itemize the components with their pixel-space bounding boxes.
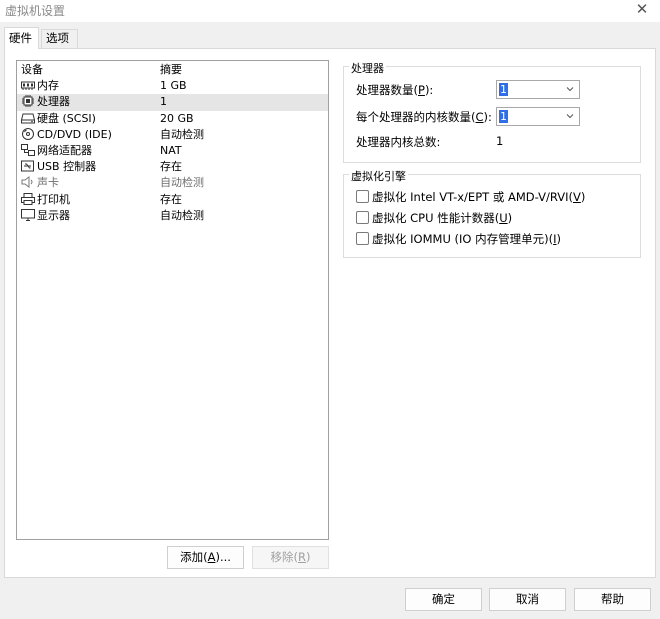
- virtualization-group: 虚拟化引擎 虚拟化 Intel VT-x/EPT 或 AMD-V/RVI(V) …: [343, 168, 641, 258]
- total-cores-label: 处理器内核总数:: [356, 135, 441, 149]
- device-list-header: 设备 摘要: [17, 62, 328, 78]
- remove-button-accel: R: [298, 550, 306, 564]
- monitor-icon: [21, 208, 35, 221]
- remove-button-tail: ): [306, 550, 311, 564]
- usb-icon: [21, 160, 35, 172]
- virtualize-cpu-counters-checkbox[interactable]: 虚拟化 CPU 性能计数器(U): [356, 210, 512, 226]
- window-title: 虚拟机设置: [5, 4, 66, 18]
- checkbox-box[interactable]: [356, 190, 369, 203]
- hardware-panel: 设备 摘要 内存 1 GB 处理器 1 硬盘 (SCSI) 20 GB CD/DVD (ID…: [4, 48, 656, 578]
- virtualize-vtx-checkbox[interactable]: 虚拟化 Intel VT-x/EPT 或 AMD-V/RVI(V): [356, 189, 585, 205]
- cpu-icon: [21, 95, 35, 108]
- speaker-icon: [21, 176, 35, 189]
- device-name-cell: CD/DVD (IDE): [21, 127, 112, 143]
- device-name-cell: 显示器: [21, 208, 70, 224]
- device-summary: 自动检测: [160, 176, 204, 190]
- device-list[interactable]: 设备 摘要 内存 1 GB 处理器 1 硬盘 (SCSI) 20 GB CD/DVD (ID…: [16, 60, 329, 540]
- virtualization-group-title: 虚拟化引擎: [349, 168, 408, 184]
- processor-count-value: 1: [499, 83, 508, 96]
- device-row-memory[interactable]: 内存 1 GB: [17, 78, 328, 94]
- printer-icon: [21, 192, 35, 205]
- device-name-cell: USB 控制器: [21, 159, 96, 175]
- vm-settings-window: 虚拟机设置 ✕ 硬件 选项 设备 摘要 内存 1 GB 处理器 1 硬盘 (SCSI) 2…: [0, 0, 660, 619]
- device-name-cell: 声卡: [21, 175, 59, 191]
- device-summary: 自动检测: [160, 208, 204, 222]
- checkbox-box[interactable]: [356, 211, 369, 224]
- cd-dvd-icon: [21, 127, 35, 140]
- device-name: 显示器: [37, 208, 70, 222]
- device-summary: 20 GB: [160, 111, 194, 125]
- processor-group-title: 处理器: [349, 60, 386, 76]
- cancel-button[interactable]: 取消: [489, 588, 566, 611]
- tab-options[interactable]: 选项: [41, 29, 78, 48]
- device-name-cell: 处理器: [21, 94, 70, 110]
- cores-per-processor-label: 每个处理器的内核数量(C):: [356, 110, 492, 124]
- device-summary: NAT: [160, 143, 182, 157]
- device-summary: 1 GB: [160, 79, 187, 93]
- help-button[interactable]: 帮助: [574, 588, 651, 611]
- tab-hardware[interactable]: 硬件: [4, 27, 39, 49]
- device-name: 打印机: [37, 192, 70, 206]
- remove-button-label: 移除(: [270, 550, 299, 564]
- device-name-cell: 网络适配器: [21, 143, 92, 159]
- device-summary: 1: [160, 95, 167, 109]
- ok-button[interactable]: 确定: [405, 588, 482, 611]
- network-adapter-icon: [21, 143, 35, 156]
- virtualize-iommu-checkbox[interactable]: 虚拟化 IOMMU (IO 内存管理单元)(I): [356, 231, 561, 247]
- column-summary: 摘要: [160, 63, 182, 76]
- hard-disk-icon: [21, 112, 35, 124]
- device-row-cpu[interactable]: 处理器 1: [17, 94, 328, 111]
- device-name: 硬盘 (SCSI): [37, 111, 96, 125]
- processor-group: 处理器 处理器数量(P): 1 每个处理器的内核数量(C): 1 处理器内核总数…: [343, 60, 641, 163]
- processor-count-select[interactable]: 1: [496, 80, 580, 99]
- title-bar: 虚拟机设置 ✕: [0, 0, 660, 22]
- add-device-button[interactable]: 添加(A)...: [167, 546, 244, 569]
- device-name-cell: 硬盘 (SCSI): [21, 111, 96, 127]
- device-name-cell: 打印机: [21, 192, 70, 208]
- cores-per-processor-select[interactable]: 1: [496, 107, 580, 126]
- device-row-hard-disk[interactable]: 硬盘 (SCSI) 20 GB: [17, 111, 328, 127]
- chevron-down-icon: [566, 114, 574, 119]
- device-summary: 存在: [160, 192, 182, 206]
- remove-device-button[interactable]: 移除(R): [252, 546, 329, 569]
- close-icon[interactable]: ✕: [634, 0, 650, 18]
- column-device: 设备: [21, 63, 43, 76]
- memory-icon: [21, 79, 35, 91]
- add-button-tail: )...: [215, 550, 231, 564]
- device-row-printer[interactable]: 打印机 存在: [17, 192, 328, 208]
- total-cores-value: 1: [496, 134, 504, 148]
- device-name: 处理器: [37, 95, 70, 109]
- checkbox-box[interactable]: [356, 232, 369, 245]
- device-name: USB 控制器: [37, 160, 97, 174]
- device-row-network-adapter[interactable]: 网络适配器 NAT: [17, 143, 328, 159]
- device-summary: 存在: [160, 160, 182, 174]
- device-name: 内存: [37, 79, 59, 93]
- device-name-cell: 内存: [21, 78, 59, 94]
- add-button-label: 添加(: [180, 550, 208, 564]
- device-name: 网络适配器: [37, 143, 92, 157]
- device-row-usb[interactable]: USB 控制器 存在: [17, 159, 328, 175]
- device-name: 声卡: [37, 176, 59, 190]
- device-row-speaker[interactable]: 声卡 自动检测: [17, 175, 328, 191]
- device-summary: 自动检测: [160, 127, 204, 141]
- device-row-monitor[interactable]: 显示器 自动检测: [17, 208, 328, 224]
- chevron-down-icon: [566, 87, 574, 92]
- device-name: CD/DVD (IDE): [37, 127, 112, 141]
- device-row-cd-dvd[interactable]: CD/DVD (IDE) 自动检测: [17, 127, 328, 143]
- processor-count-label: 处理器数量(P):: [356, 83, 434, 97]
- cores-per-processor-value: 1: [499, 110, 508, 123]
